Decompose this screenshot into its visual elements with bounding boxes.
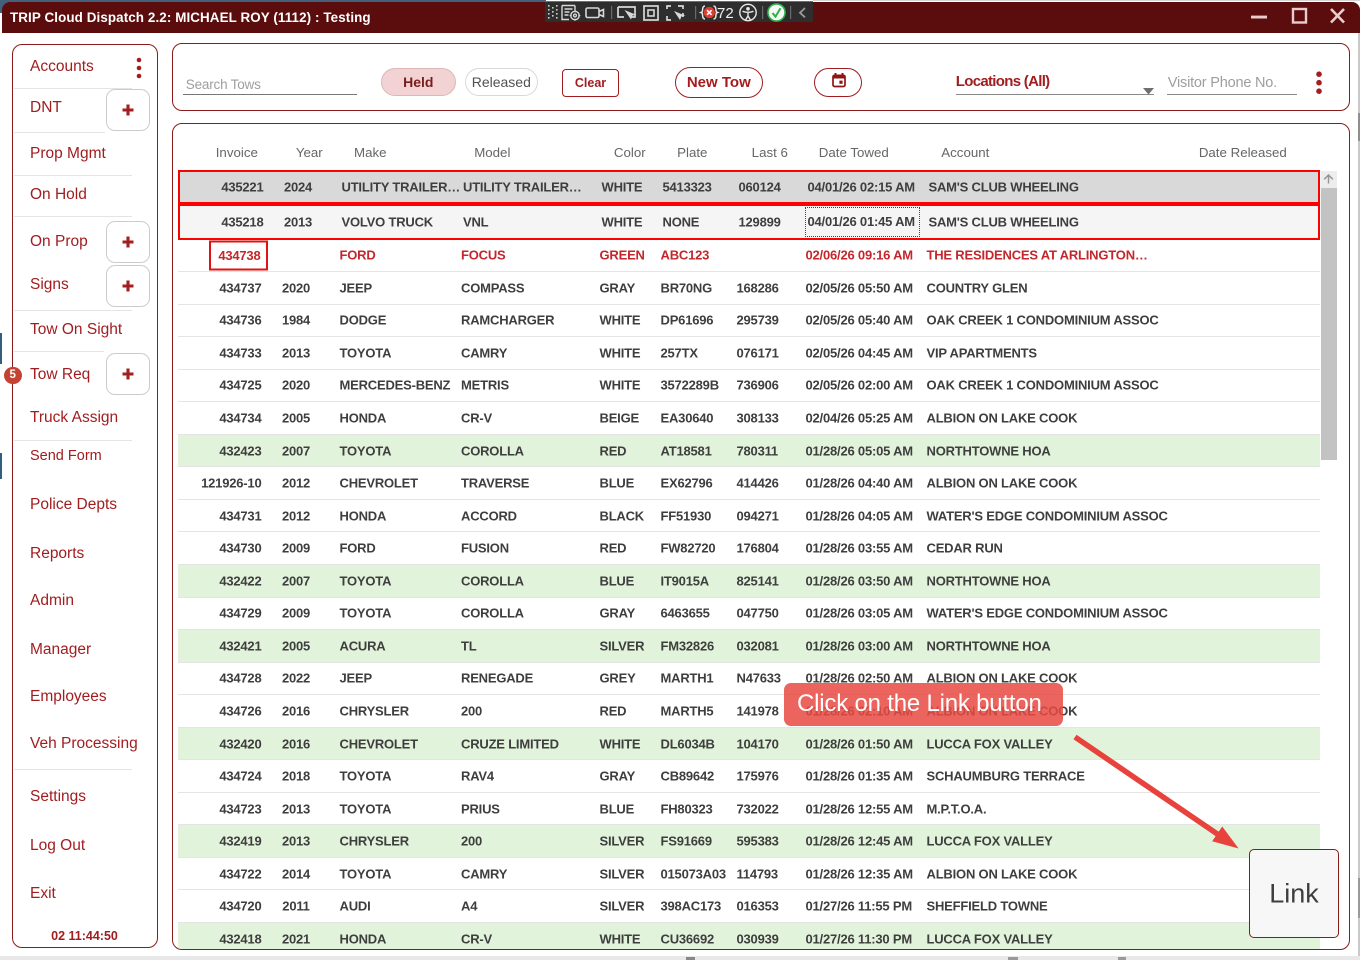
svg-text:72: 72 <box>717 5 734 22</box>
